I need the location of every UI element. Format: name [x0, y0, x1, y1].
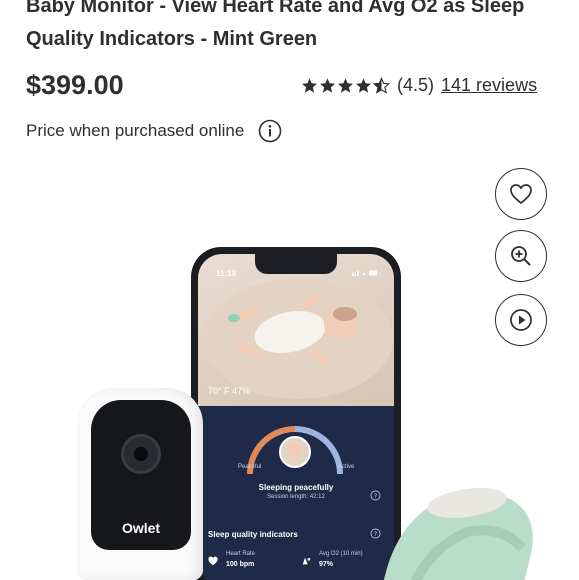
reviews-link[interactable]: 141 reviews: [441, 75, 537, 96]
signal-wifi-battery-icon: [352, 270, 377, 276]
rating-summary: (4.5) 141 reviews: [301, 75, 537, 96]
sleep-quality-title: Sleep quality indicators: [208, 530, 298, 539]
price-note: Price when purchased online: [26, 119, 282, 143]
rating-value: (4.5): [397, 75, 435, 95]
smart-sock: [383, 488, 533, 580]
star-full-icon: [302, 78, 317, 93]
info-icon[interactable]: [258, 119, 282, 143]
star-full-icon: [356, 78, 371, 93]
phone-notch: [255, 254, 337, 274]
product-price: $399.00: [26, 70, 124, 100]
star-full-icon: [338, 78, 353, 93]
phone-screen: 11:19 70° F 47% Peaceful Active Sleeping…: [198, 254, 394, 580]
heart-rate-icon: [208, 556, 218, 566]
sleep-status-text: Sleeping peacefully: [258, 483, 334, 492]
camera-face: Owlet: [91, 400, 191, 550]
price-note-text: Price when purchased online: [26, 121, 245, 140]
sleep-dashboard: Peaceful Active Sleeping peacefully Sess…: [198, 406, 394, 580]
gauge-left-label: Peaceful: [238, 464, 262, 470]
star-full-icon: [320, 78, 335, 93]
camera-brand: Owlet: [121, 520, 161, 536]
heart-icon: [510, 184, 532, 205]
oxygen-icon: [302, 557, 311, 565]
camera-lens: [121, 434, 161, 474]
rating-stars: [301, 77, 390, 94]
heart-rate-value: 100 bpm: [226, 561, 255, 568]
phone-device: 11:19 70° F 47% Peaceful Active Sleeping…: [191, 247, 401, 580]
o2-label: Avg O2 (10 min): [319, 551, 363, 557]
session-length: Session length: 42:12: [267, 494, 325, 500]
temp-battery-readout: 70° F 47%: [208, 386, 251, 396]
gauge-right-label: Active: [338, 464, 355, 470]
o2-value: 97%: [319, 561, 334, 568]
smart-camera: Owlet: [77, 388, 203, 580]
star-half-icon: [373, 77, 390, 94]
heart-rate-label: Heart Rate: [226, 551, 256, 557]
product-title: Baby Monitor - View Heart Rate and Avg O…: [26, 0, 525, 50]
favorite-button[interactable]: [495, 168, 547, 220]
product-image[interactable]: 11:19 70° F 47% Peaceful Active Sleeping…: [0, 240, 579, 580]
phone-time: 11:19: [216, 269, 237, 278]
